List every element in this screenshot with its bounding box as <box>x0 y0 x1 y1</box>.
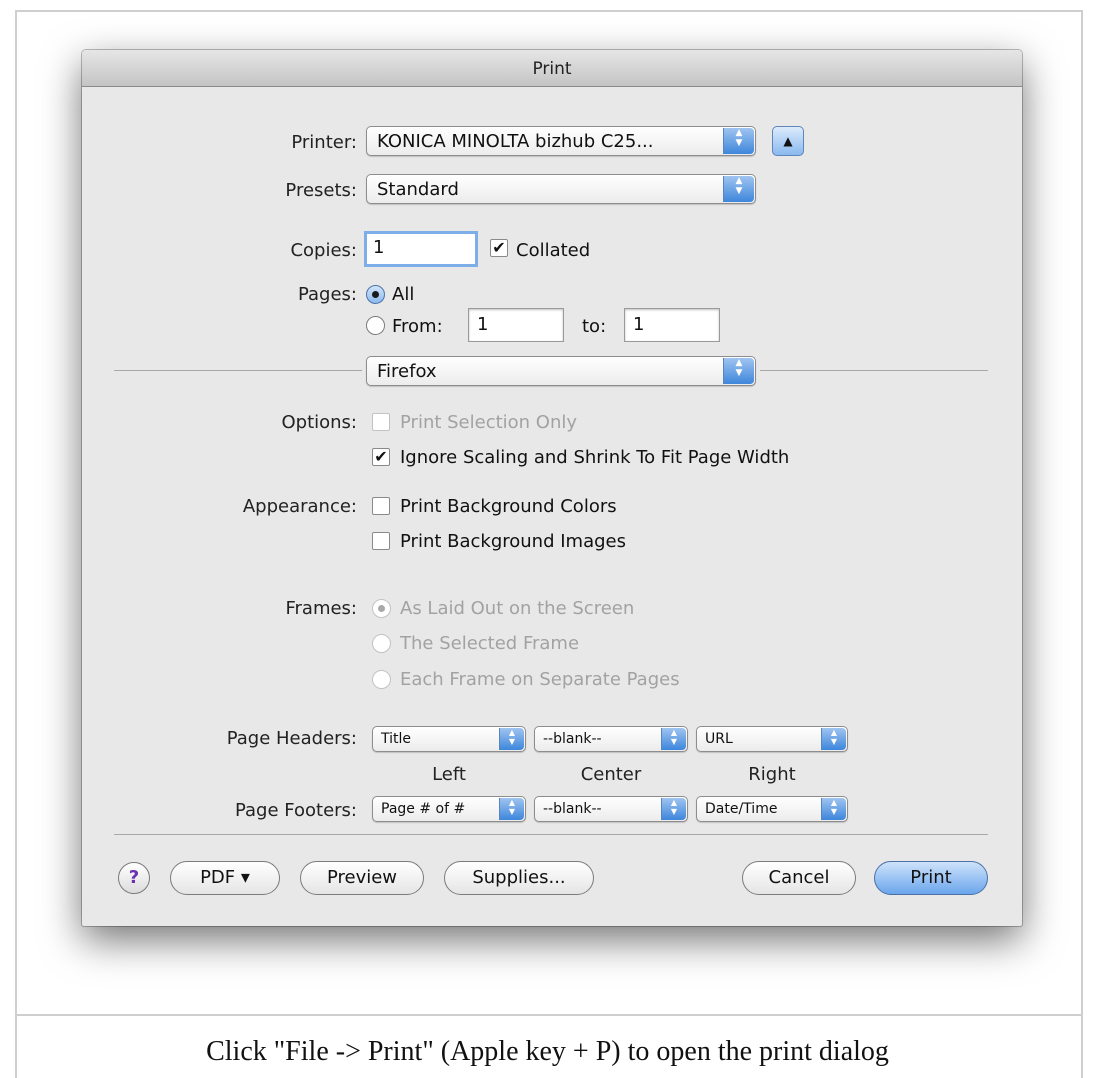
frames-separate-radio[interactable] <box>372 670 391 689</box>
collated-label: Collated <box>516 240 591 261</box>
header-right-popup[interactable]: URL ▲ ▼ <box>696 726 848 752</box>
pdf-menu-button[interactable]: PDF ▾ <box>170 861 280 895</box>
popup-arrows-icon: ▲ ▼ <box>723 176 754 202</box>
popup-arrows-icon: ▲ ▼ <box>723 128 754 154</box>
popup-arrows-icon: ▲ ▼ <box>821 798 846 820</box>
pages-to-field[interactable]: 1 <box>624 308 720 342</box>
popup-arrows-icon: ▲ ▼ <box>661 798 686 820</box>
popup-arrows-icon: ▲ ▼ <box>499 728 524 750</box>
figure-caption: Click "File -> Print" (Apple key + P) to… <box>206 1036 889 1067</box>
pages-all-label: All <box>392 284 415 305</box>
printer-value: KONICA MINOLTA bizhub C25... <box>377 131 654 152</box>
pages-label: Pages: <box>297 284 357 305</box>
section-divider-left <box>114 370 362 371</box>
pages-to-label: to: <box>582 316 607 337</box>
header-right-value: URL <box>705 731 733 747</box>
bg-images-label: Print Background Images <box>400 531 626 552</box>
popup-arrows-icon: ▲ ▼ <box>821 728 846 750</box>
pages-from-label: From: <box>392 316 443 337</box>
pages-all-radio[interactable] <box>366 285 385 304</box>
bg-images-checkbox[interactable] <box>372 532 390 550</box>
popup-arrows-icon: ▲ ▼ <box>723 358 754 384</box>
presets-popup[interactable]: Standard ▲ ▼ <box>366 174 756 204</box>
column-label-right: Right <box>748 764 796 785</box>
print-selection-only-checkbox[interactable] <box>372 413 390 431</box>
header-center-popup[interactable]: --blank-- ▲ ▼ <box>534 726 688 752</box>
footer-right-value: Date/Time <box>705 801 778 817</box>
pages-from-radio[interactable] <box>366 316 385 335</box>
footer-divider <box>114 834 988 835</box>
copies-label: Copies: <box>290 240 357 261</box>
frames-option: As Laid Out on the Screen <box>400 598 635 619</box>
print-button[interactable]: Print <box>874 861 988 895</box>
footer-center-value: --blank-- <box>543 801 602 817</box>
footer-right-popup[interactable]: Date/Time ▲ ▼ <box>696 796 848 822</box>
page-footers-label: Page Footers: <box>234 800 357 821</box>
footer-left-value: Page # of # <box>381 801 466 817</box>
presets-label: Presets: <box>285 180 357 201</box>
ignore-scaling-checkbox[interactable]: ✔ <box>372 448 390 466</box>
popup-arrows-icon: ▲ ▼ <box>499 798 524 820</box>
page-headers-label: Page Headers: <box>226 728 357 749</box>
header-left-popup[interactable]: Title ▲ ▼ <box>372 726 526 752</box>
dialog-title: Print <box>82 50 1022 87</box>
ignore-scaling-label: Ignore Scaling and Shrink To Fit Page Wi… <box>400 447 790 468</box>
frames-laid-out-radio[interactable] <box>372 599 391 618</box>
options-label: Options: <box>281 412 357 433</box>
copies-field[interactable]: 1 <box>364 231 478 267</box>
print-selection-only-label: Print Selection Only <box>400 412 578 433</box>
footer-center-popup[interactable]: --blank-- ▲ ▼ <box>534 796 688 822</box>
frames-option: Each Frame on Separate Pages <box>400 669 680 690</box>
header-center-value: --blank-- <box>543 731 602 747</box>
frames-selected-radio[interactable] <box>372 634 391 653</box>
section-divider-right <box>760 370 988 371</box>
frames-label: Frames: <box>285 598 357 619</box>
presets-value: Standard <box>377 179 459 200</box>
pages-from-field[interactable]: 1 <box>468 308 564 342</box>
cancel-button[interactable]: Cancel <box>742 861 856 895</box>
disclosure-triangle-button[interactable]: ▲ <box>772 126 804 156</box>
supplies-button[interactable]: Supplies... <box>444 861 594 895</box>
preview-button[interactable]: Preview <box>300 861 424 895</box>
section-popup-value: Firefox <box>377 361 437 382</box>
frames-option: The Selected Frame <box>400 633 580 654</box>
collated-checkbox[interactable]: ✔ <box>490 239 508 257</box>
footer-left-popup[interactable]: Page # of # ▲ ▼ <box>372 796 526 822</box>
column-label-center: Center <box>580 764 642 785</box>
printer-popup[interactable]: KONICA MINOLTA bizhub C25... ▲ ▼ <box>366 126 756 156</box>
popup-arrows-icon: ▲ ▼ <box>661 728 686 750</box>
printer-label: Printer: <box>291 132 357 153</box>
bg-colors-label: Print Background Colors <box>400 496 617 517</box>
appearance-label: Appearance: <box>242 496 357 517</box>
section-popup[interactable]: Firefox ▲ ▼ <box>366 356 756 386</box>
help-button[interactable]: ? <box>118 862 150 894</box>
print-dialog: Print Printer: KONICA MINOLTA bizhub C25… <box>82 50 1022 926</box>
bg-colors-checkbox[interactable] <box>372 497 390 515</box>
column-label-left: Left <box>432 764 466 785</box>
header-left-value: Title <box>381 731 412 747</box>
